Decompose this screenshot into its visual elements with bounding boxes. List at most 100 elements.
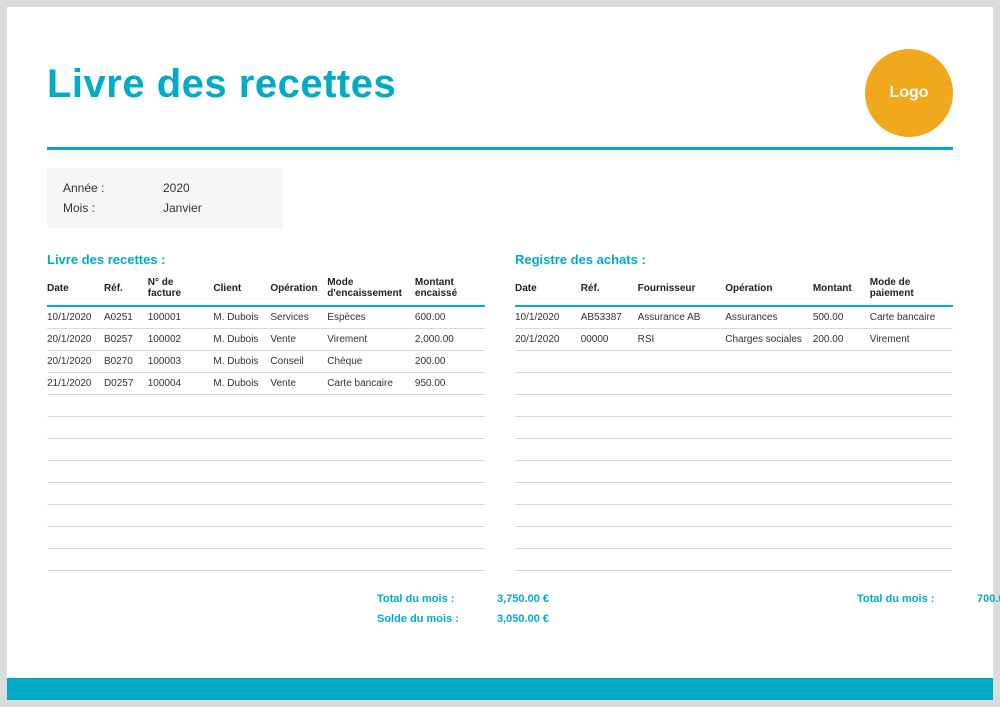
table-cell: 21/1/2020	[47, 373, 104, 395]
table-cell: 600.00	[415, 306, 485, 329]
recettes-title: Livre des recettes :	[47, 252, 485, 267]
month-label: Mois :	[63, 201, 163, 215]
totals-value: 3,750.00 €	[497, 593, 607, 605]
table-row-empty	[515, 351, 953, 373]
table-cell-empty	[415, 505, 485, 527]
table-cell: 00000	[581, 329, 638, 351]
table-cell: 10/1/2020	[47, 306, 104, 329]
table-row: 20/1/2020B0270100003M. DuboisConseilChèq…	[47, 351, 485, 373]
month-value: Janvier	[163, 201, 202, 215]
divider	[47, 147, 953, 150]
table-cell-empty	[327, 395, 415, 417]
table-cell-empty	[104, 483, 148, 505]
achats-header-cell: Mode de paiement	[870, 273, 953, 306]
year-label: Année :	[63, 181, 163, 195]
table-cell: A0251	[104, 306, 148, 329]
logo-placeholder: Logo	[865, 49, 953, 137]
table-cell-empty	[148, 395, 214, 417]
table-cell-empty	[725, 395, 813, 417]
table-cell: Vente	[270, 373, 327, 395]
table-cell-empty	[515, 527, 581, 549]
achats-header-cell: Réf.	[581, 273, 638, 306]
table-cell-empty	[213, 439, 270, 461]
table-cell-empty	[870, 373, 953, 395]
table-cell-empty	[725, 527, 813, 549]
table-cell-empty	[327, 439, 415, 461]
table-cell-empty	[327, 461, 415, 483]
table-cell-empty	[725, 373, 813, 395]
page-title: Livre des recettes	[47, 62, 953, 107]
tables-area: Livre des recettes : DateRéf.N° de factu…	[47, 252, 953, 571]
table-cell-empty	[104, 461, 148, 483]
table-cell: Assurances	[725, 306, 813, 329]
meta-row-year: Année : 2020	[63, 178, 270, 198]
achats-header-cell: Fournisseur	[638, 273, 726, 306]
table-cell-empty	[47, 395, 104, 417]
table-cell: Virement	[327, 329, 415, 351]
table-cell: 100003	[148, 351, 214, 373]
table-cell-empty	[515, 395, 581, 417]
table-cell: 20/1/2020	[47, 329, 104, 351]
table-cell-empty	[213, 483, 270, 505]
table-cell-empty	[213, 505, 270, 527]
table-cell-empty	[415, 527, 485, 549]
totals-label: Solde du mois :	[377, 613, 497, 625]
table-cell-empty	[581, 461, 638, 483]
table-cell-empty	[725, 505, 813, 527]
table-row-empty	[515, 439, 953, 461]
table-row: 20/1/202000000RSICharges sociales200.00V…	[515, 329, 953, 351]
table-row-empty	[515, 527, 953, 549]
table-cell-empty	[813, 395, 870, 417]
footer-bar	[7, 678, 993, 700]
table-cell-empty	[415, 417, 485, 439]
table-cell-empty	[104, 505, 148, 527]
table-cell-empty	[581, 527, 638, 549]
achats-header-cell: Montant	[813, 273, 870, 306]
table-cell: M. Dubois	[213, 373, 270, 395]
meta-row-month: Mois : Janvier	[63, 198, 270, 218]
table-cell-empty	[813, 549, 870, 571]
table-cell-empty	[638, 505, 726, 527]
table-cell: 100001	[148, 306, 214, 329]
table-cell: M. Dubois	[213, 351, 270, 373]
achats-header-cell: Date	[515, 273, 581, 306]
table-cell-empty	[148, 439, 214, 461]
table-row-empty	[47, 417, 485, 439]
table-cell-empty	[870, 505, 953, 527]
table-row: 10/1/2020AB53387Assurance ABAssurances50…	[515, 306, 953, 329]
recettes-header-cell: Réf.	[104, 273, 148, 306]
year-value: 2020	[163, 181, 190, 195]
totals-value: 700.00 €	[977, 593, 1000, 605]
recettes-header-cell: Client	[213, 273, 270, 306]
table-cell-empty	[515, 483, 581, 505]
table-cell-empty	[47, 527, 104, 549]
table-cell-empty	[148, 417, 214, 439]
table-cell-empty	[813, 505, 870, 527]
table-cell-empty	[415, 395, 485, 417]
table-cell-empty	[415, 461, 485, 483]
table-cell: Vente	[270, 329, 327, 351]
table-cell-empty	[415, 483, 485, 505]
table-cell: M. Dubois	[213, 329, 270, 351]
table-row-empty	[515, 417, 953, 439]
table-cell-empty	[515, 439, 581, 461]
table-cell: B0270	[104, 351, 148, 373]
table-cell-empty	[870, 395, 953, 417]
table-cell-empty	[813, 439, 870, 461]
totals-label: Total du mois :	[857, 593, 977, 605]
table-cell-empty	[581, 505, 638, 527]
table-cell-empty	[870, 351, 953, 373]
table-row-empty	[47, 439, 485, 461]
totals-value: 3,050.00 €	[497, 613, 607, 625]
table-cell-empty	[515, 417, 581, 439]
table-cell-empty	[638, 439, 726, 461]
table-row: 10/1/2020A0251100001M. DuboisServicesEsp…	[47, 306, 485, 329]
table-cell: Virement	[870, 329, 953, 351]
table-cell: 20/1/2020	[515, 329, 581, 351]
table-cell-empty	[725, 417, 813, 439]
table-cell-empty	[638, 351, 726, 373]
table-cell-empty	[813, 351, 870, 373]
table-row-empty	[47, 395, 485, 417]
table-cell-empty	[148, 527, 214, 549]
table-cell-empty	[870, 549, 953, 571]
